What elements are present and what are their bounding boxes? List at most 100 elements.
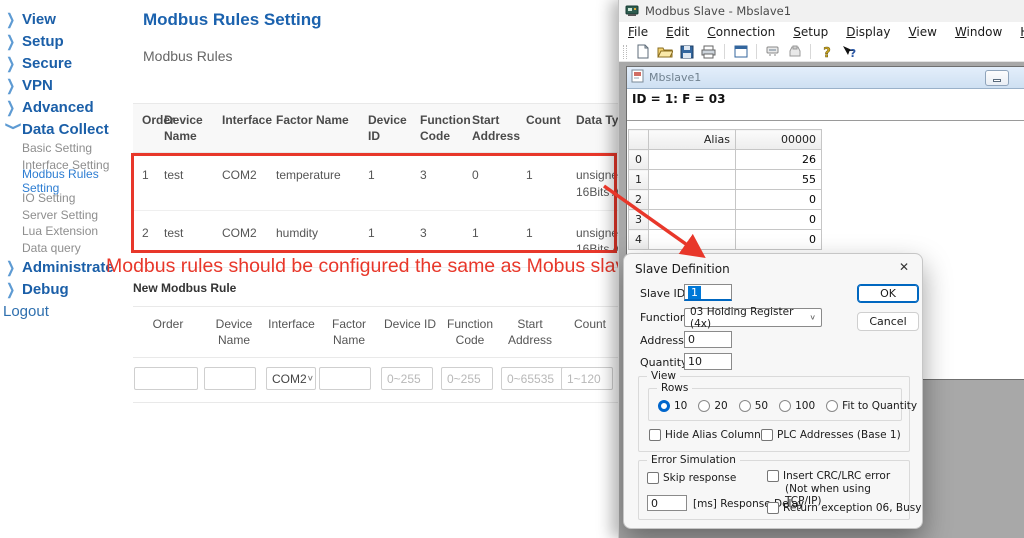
display-setup-icon[interactable] bbox=[731, 43, 750, 60]
chevron-right-icon: ❯ bbox=[6, 76, 22, 94]
value-column-header: 00000 bbox=[736, 130, 822, 150]
menu-connection[interactable]: Connection bbox=[698, 25, 784, 39]
toolbar-separator bbox=[756, 44, 757, 59]
register-row[interactable]: 0 26 bbox=[629, 150, 822, 170]
sidebar-item-setup[interactable]: ❯Setup bbox=[0, 30, 132, 52]
modbus-rules-table: Order Device Name Interface Factor Name … bbox=[133, 103, 633, 268]
factor-name-input[interactable] bbox=[319, 367, 371, 390]
plc-addresses-checkbox[interactable]: PLC Addresses (Base 1) bbox=[761, 429, 901, 441]
register-row[interactable]: 1 55 bbox=[629, 170, 822, 190]
open-file-icon[interactable] bbox=[655, 43, 674, 60]
menu-setup[interactable]: Setup bbox=[784, 25, 837, 39]
chevron-right-icon: ❯ bbox=[6, 98, 22, 116]
app-icon bbox=[625, 2, 639, 21]
cancel-button[interactable]: Cancel bbox=[857, 312, 919, 331]
new-file-icon[interactable] bbox=[633, 43, 652, 60]
busy-exception-checkbox[interactable]: Return exception 06, Busy bbox=[767, 502, 921, 514]
sidebar-item-view[interactable]: ❯View bbox=[0, 8, 132, 30]
order-input[interactable] bbox=[134, 367, 198, 390]
new-rule-header: Order Device Name Interface Factor Name … bbox=[133, 306, 630, 357]
section-subtitle: Modbus Rules bbox=[143, 48, 233, 64]
rows-20-radio[interactable]: 20 bbox=[698, 400, 727, 412]
chevron-right-icon: ❯ bbox=[6, 280, 22, 298]
close-icon[interactable]: ✕ bbox=[899, 260, 909, 274]
chevron-right-icon: ❯ bbox=[6, 258, 22, 276]
menu-file[interactable]: File bbox=[619, 25, 657, 39]
sidebar-item-basic-setting[interactable]: Basic Setting bbox=[0, 140, 132, 157]
start-address-input[interactable] bbox=[501, 367, 565, 390]
poll-definition-icon[interactable] bbox=[763, 43, 782, 60]
document-title: Mbslave1 bbox=[649, 71, 701, 84]
rows-50-radio[interactable]: 50 bbox=[739, 400, 768, 412]
logout-link[interactable]: Logout bbox=[3, 303, 49, 320]
menu-edit[interactable]: Edit bbox=[657, 25, 698, 39]
print-icon[interactable] bbox=[699, 43, 718, 60]
sidebar-item-secure[interactable]: ❯Secure bbox=[0, 52, 132, 74]
minimize-icon bbox=[993, 79, 1001, 82]
sidebar-item-modbus-rules-setting[interactable]: Modbus Rules Setting bbox=[0, 173, 132, 190]
chevron-right-icon: ❯ bbox=[6, 54, 22, 72]
checkbox-icon bbox=[767, 470, 779, 482]
menu-display[interactable]: Display bbox=[837, 25, 899, 39]
new-modbus-rule-section: New Modbus Rule Order Device Name Interf… bbox=[133, 281, 630, 403]
new-rule-input-row: COM2 ∨ bbox=[133, 357, 630, 403]
sidebar-item-advanced[interactable]: ❯Advanced bbox=[0, 96, 132, 118]
quantity-input[interactable]: 10 bbox=[684, 353, 732, 370]
rows-group-label: Rows bbox=[657, 382, 692, 394]
menu-view[interactable]: View bbox=[899, 25, 945, 39]
save-icon[interactable] bbox=[677, 43, 696, 60]
help-icon[interactable]: ? bbox=[817, 43, 836, 60]
hide-alias-checkbox[interactable]: Hide Alias Columns bbox=[649, 429, 766, 441]
device-name-input[interactable] bbox=[204, 367, 256, 390]
count-input[interactable] bbox=[561, 367, 613, 390]
register-grid[interactable]: Alias 00000 0 26 1 55 2 0 bbox=[628, 129, 822, 250]
view-group-label: View bbox=[647, 370, 680, 382]
fit-to-quantity-radio[interactable]: Fit to Quantity bbox=[826, 400, 917, 412]
checkbox-icon bbox=[767, 502, 779, 514]
svg-text:?: ? bbox=[823, 46, 831, 59]
register-row[interactable]: 3 0 bbox=[629, 210, 822, 230]
skip-response-checkbox[interactable]: Skip response bbox=[647, 472, 736, 484]
quantity-label: Quantity: bbox=[640, 356, 690, 369]
register-row[interactable]: 2 0 bbox=[629, 190, 822, 210]
toolbar-gripper bbox=[623, 45, 627, 59]
menu-help[interactable]: Help bbox=[1011, 25, 1024, 39]
context-help-icon[interactable]: ? bbox=[839, 43, 858, 60]
slave-id-input[interactable]: 1 bbox=[684, 284, 732, 301]
slave-status-line: ID = 1: F = 03 bbox=[627, 89, 1024, 121]
function-select[interactable]: 03 Holding Register (4x) ∨ bbox=[684, 308, 822, 327]
app-title-bar[interactable]: Modbus Slave - Mbslave1 bbox=[619, 0, 1024, 22]
annotation-note: Modbus rules should be configured the sa… bbox=[106, 255, 636, 278]
dialog-title: Slave Definition bbox=[635, 262, 730, 276]
response-delay-input[interactable]: 0 bbox=[647, 495, 687, 511]
radio-icon bbox=[739, 400, 751, 412]
toolbar-separator bbox=[810, 44, 811, 59]
error-group-label: Error Simulation bbox=[647, 454, 740, 466]
sidebar-item-lua-extension[interactable]: Lua Extension bbox=[0, 223, 132, 240]
error-simulation-group: Error Simulation Skip response Insert CR… bbox=[638, 460, 910, 520]
menu-window[interactable]: Window bbox=[946, 25, 1011, 39]
register-row[interactable]: 4 0 bbox=[629, 230, 822, 250]
sidebar-item-debug[interactable]: ❯Debug bbox=[0, 278, 132, 300]
interface-select[interactable]: COM2 ∨ bbox=[266, 367, 316, 390]
crc-error-checkbox[interactable]: Insert CRC/LRC error bbox=[767, 470, 890, 482]
document-title-bar[interactable]: Mbslave1 bbox=[627, 67, 1024, 89]
sidebar-item-server-setting[interactable]: Server Setting bbox=[0, 206, 132, 223]
sidebar-item-data-query[interactable]: Data query bbox=[0, 240, 132, 257]
rows-10-radio[interactable]: 10 bbox=[658, 400, 687, 412]
communication-traffic-icon[interactable] bbox=[785, 43, 804, 60]
toolbar: ? ? bbox=[619, 42, 1024, 62]
slave-definition-dialog: Slave Definition ✕ Slave ID: 1 OK Functi… bbox=[623, 253, 923, 529]
sidebar-item-vpn[interactable]: ❯VPN bbox=[0, 74, 132, 96]
address-input[interactable]: 0 bbox=[684, 331, 732, 348]
menu-bar: File Edit Connection Setup Display View … bbox=[619, 22, 1024, 42]
minimize-button[interactable] bbox=[985, 70, 1009, 86]
device-id-input[interactable] bbox=[381, 367, 433, 390]
rows-100-radio[interactable]: 100 bbox=[779, 400, 815, 412]
checkbox-icon bbox=[647, 472, 659, 484]
slave-id-label: Slave ID: bbox=[640, 287, 689, 300]
sidebar-item-data-collect[interactable]: ❯Data Collect bbox=[0, 118, 132, 140]
function-code-input[interactable] bbox=[441, 367, 493, 390]
checkbox-icon bbox=[649, 429, 661, 441]
ok-button[interactable]: OK bbox=[857, 284, 919, 303]
